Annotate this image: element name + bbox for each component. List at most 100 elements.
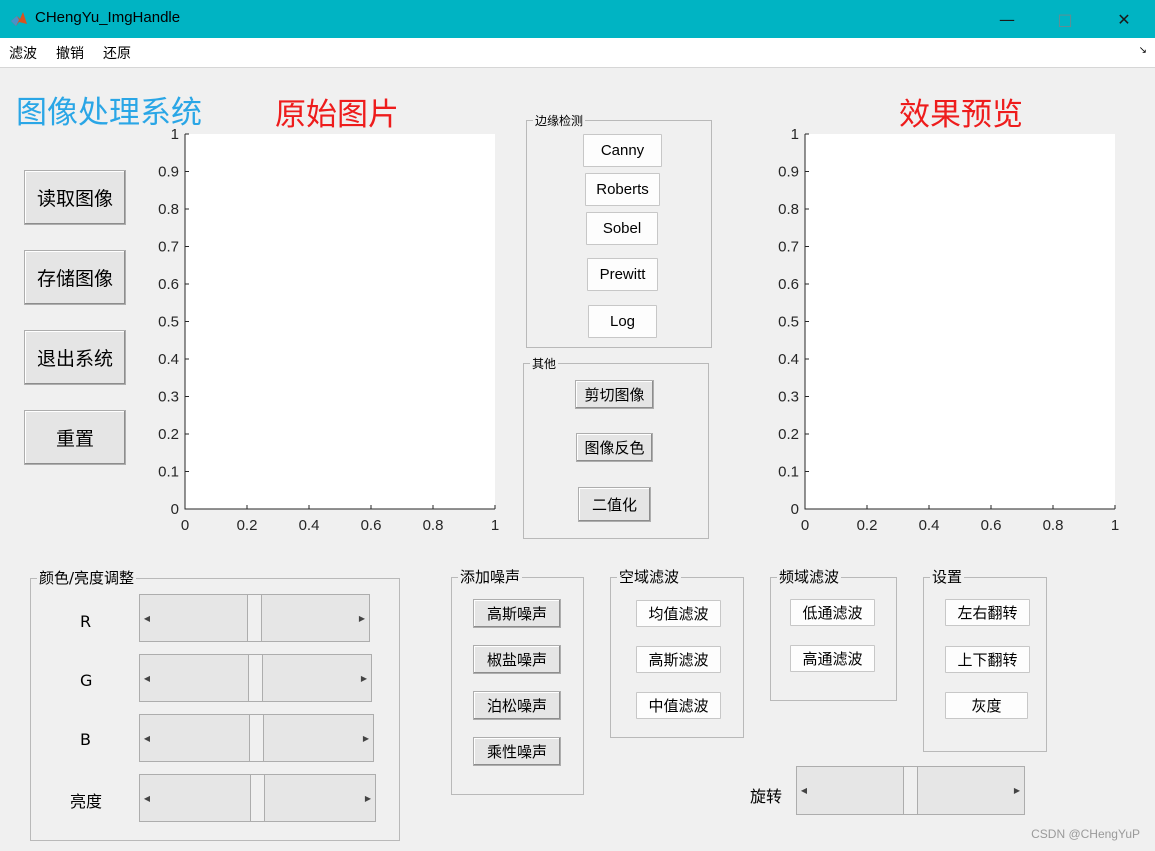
- slider-left-arrow-icon[interactable]: ◀: [797, 767, 811, 814]
- gaussian-noise-button[interactable]: 高斯噪声: [473, 599, 561, 628]
- original-y-tick-label: 0.6: [158, 276, 179, 293]
- gaussian-filter-button[interactable]: 高斯滤波: [636, 646, 721, 673]
- original-x-tick-label: 0.2: [237, 517, 258, 534]
- original-x-tick-label: 0.4: [299, 517, 320, 534]
- preview-y-tick-label: 1: [791, 126, 799, 143]
- original-y-tick-label: 1: [171, 126, 179, 143]
- preview-y-tick-label: 0.3: [778, 389, 799, 406]
- original-y-tick-label: 0.4: [158, 351, 179, 368]
- minimize-icon: —: [999, 9, 1015, 29]
- maximize-button[interactable]: □: [1036, 0, 1094, 38]
- menu-restore[interactable]: 还原: [103, 43, 131, 63]
- slider-thumb[interactable]: [250, 774, 265, 822]
- slider-left-arrow-icon[interactable]: ◀: [140, 715, 154, 761]
- median-filter-button[interactable]: 中值滤波: [636, 692, 721, 719]
- menu-bar: 滤波 撤销 还原 ↘: [0, 38, 1155, 68]
- slider-left-arrow-icon[interactable]: ◀: [140, 775, 154, 821]
- preview-x-tick-label: 0.2: [857, 517, 878, 534]
- window-title: CHengYu_ImgHandle: [35, 9, 181, 26]
- original-y-tick-label: 0.9: [158, 164, 179, 181]
- b-label: B: [80, 730, 91, 749]
- slider-left-arrow-icon[interactable]: ◀: [140, 595, 154, 641]
- preview-y-tick-label: 0.5: [778, 314, 799, 331]
- log-button[interactable]: Log: [588, 305, 657, 338]
- mean-filter-button[interactable]: 均值滤波: [636, 600, 721, 627]
- edge-panel-title: 边缘检测: [533, 113, 586, 129]
- slider-right-arrow-icon[interactable]: ▶: [361, 775, 375, 821]
- spatial-panel-title: 空域滤波: [617, 567, 682, 587]
- preview-y-tick-label: 0.1: [778, 464, 799, 481]
- preview-x-tick-label: 1: [1111, 517, 1119, 534]
- freq-panel-title: 频域滤波: [777, 567, 842, 587]
- original-image-axes: 1 0.9 0.8 0.7 0.6 0.5 0.4 0.3 0.2 0.1 0 0 0.2 0.4 0.6 0…: [140, 125, 510, 540]
- canny-button[interactable]: Canny: [583, 134, 662, 167]
- preview-y-tick-label: 0.2: [778, 426, 799, 443]
- original-y-tick-label: 0.3: [158, 389, 179, 406]
- grayscale-button[interactable]: 灰度: [945, 692, 1028, 719]
- menu-filter[interactable]: 滤波: [9, 43, 37, 63]
- flip-horizontal-button[interactable]: 左右翻转: [945, 599, 1030, 626]
- preview-x-tick-label: 0.4: [919, 517, 940, 534]
- slider-left-arrow-icon[interactable]: ◀: [140, 655, 154, 701]
- slider-thumb[interactable]: [248, 654, 263, 702]
- b-slider[interactable]: ◀ ▶: [139, 714, 374, 762]
- preview-image-axes: 1 0.9 0.8 0.7 0.6 0.5 0.4 0.3 0.2 0.1 0 0 0.2 0.4 0.6 0…: [760, 125, 1130, 540]
- reset-button[interactable]: 重置: [24, 410, 126, 465]
- preview-y-tick-label: 0.9: [778, 164, 799, 181]
- slider-thumb[interactable]: [903, 766, 918, 815]
- rotate-slider[interactable]: ◀ ▶: [796, 766, 1025, 815]
- prewitt-button[interactable]: Prewitt: [587, 258, 658, 291]
- other-panel-title: 其他: [530, 356, 559, 372]
- slider-right-arrow-icon[interactable]: ▶: [1010, 767, 1024, 814]
- g-label: G: [80, 671, 93, 690]
- read-image-button[interactable]: 读取图像: [24, 170, 126, 225]
- flip-vertical-button[interactable]: 上下翻转: [945, 646, 1030, 673]
- sobel-button[interactable]: Sobel: [586, 212, 658, 245]
- preview-x-tick-label: 0.8: [1043, 517, 1064, 534]
- original-y-tick-label: 0.5: [158, 314, 179, 331]
- slider-right-arrow-icon[interactable]: ▶: [359, 715, 373, 761]
- original-x-tick-label: 0.6: [361, 517, 382, 534]
- original-x-tick-label: 1: [491, 517, 499, 534]
- highpass-filter-button[interactable]: 高通滤波: [790, 645, 875, 672]
- preview-y-tick-label: 0.7: [778, 239, 799, 256]
- settings-panel-title: 设置: [930, 567, 965, 587]
- exit-system-button[interactable]: 退出系统: [24, 330, 126, 385]
- salt-pepper-noise-button[interactable]: 椒盐噪声: [473, 645, 561, 674]
- g-slider[interactable]: ◀ ▶: [139, 654, 372, 702]
- poisson-noise-button[interactable]: 泊松噪声: [473, 691, 561, 720]
- speckle-noise-button[interactable]: 乘性噪声: [473, 737, 561, 766]
- preview-x-tick-label: 0.6: [981, 517, 1002, 534]
- matlab-logo-icon: [11, 12, 27, 26]
- watermark: CSDN @CHengYuP: [1031, 827, 1140, 841]
- preview-x-tick-label: 0: [801, 517, 809, 534]
- close-button[interactable]: ✕: [1095, 0, 1153, 38]
- original-x-tick-label: 0.8: [423, 517, 444, 534]
- original-plot-area: [185, 134, 495, 509]
- slider-thumb[interactable]: [247, 594, 262, 642]
- save-image-button[interactable]: 存储图像: [24, 250, 126, 305]
- original-y-tick-label: 0.2: [158, 426, 179, 443]
- r-slider[interactable]: ◀ ▶: [139, 594, 370, 642]
- menu-undo[interactable]: 撤销: [56, 43, 84, 63]
- preview-plot-area: [805, 134, 1115, 509]
- slider-right-arrow-icon[interactable]: ▶: [357, 655, 371, 701]
- minimize-button[interactable]: —: [978, 0, 1036, 38]
- crop-image-button[interactable]: 剪切图像: [575, 380, 654, 409]
- brightness-slider[interactable]: ◀ ▶: [139, 774, 376, 822]
- binarize-button[interactable]: 二值化: [578, 487, 651, 522]
- original-x-tick-label: 0: [181, 517, 189, 534]
- roberts-button[interactable]: Roberts: [585, 173, 660, 206]
- original-y-tick-label: 0: [171, 501, 179, 518]
- noise-panel-title: 添加噪声: [458, 567, 523, 587]
- preview-y-tick-label: 0: [791, 501, 799, 518]
- title-bar: CHengYu_ImgHandle — □ ✕: [0, 0, 1155, 38]
- frequency-filter-panel: 频域滤波: [770, 567, 897, 701]
- slider-right-arrow-icon[interactable]: ▶: [355, 595, 369, 641]
- slider-thumb[interactable]: [249, 714, 264, 762]
- toolbar-toggle-icon[interactable]: ↘: [1139, 45, 1147, 56]
- preview-y-tick-label: 0.6: [778, 276, 799, 293]
- close-icon: ✕: [1117, 9, 1131, 29]
- lowpass-filter-button[interactable]: 低通滤波: [790, 599, 875, 626]
- invert-image-button[interactable]: 图像反色: [576, 433, 653, 462]
